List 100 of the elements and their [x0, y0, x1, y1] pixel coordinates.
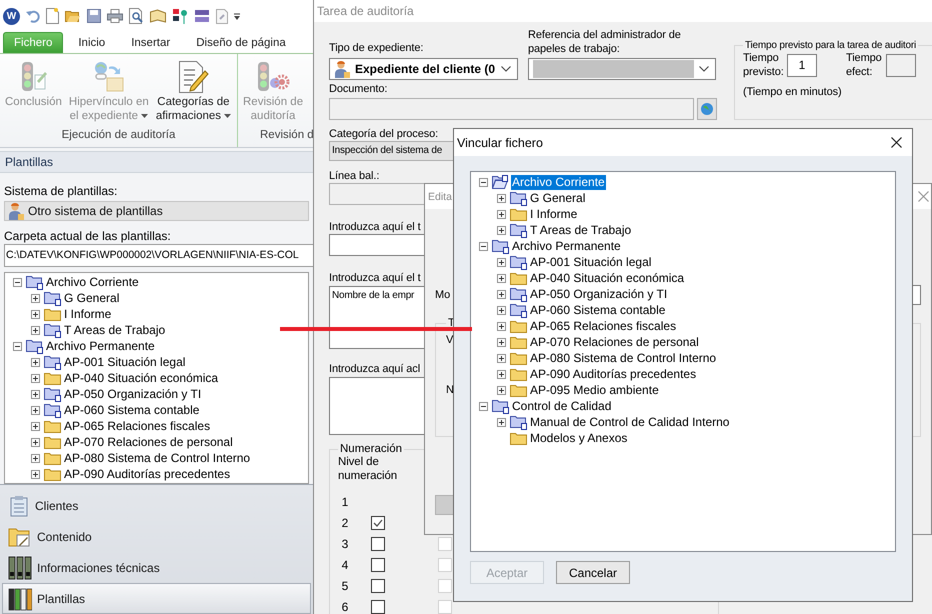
nav-item[interactable]: Plantillas	[2, 583, 311, 614]
tree-item[interactable]: I Informe	[63, 306, 112, 322]
tree-toggle[interactable]	[31, 390, 40, 398]
tree-toggle[interactable]	[31, 358, 40, 366]
tree-item[interactable]: Archivo Permanente	[511, 238, 622, 254]
checkbox[interactable]	[371, 558, 385, 572]
ribbon-tab[interactable]: Diseño de página	[189, 32, 293, 53]
nav-item[interactable]: Clientes	[2, 490, 311, 521]
tree-toggle[interactable]	[31, 470, 40, 478]
linked-folder-icon	[26, 338, 43, 354]
checkbox[interactable]	[371, 600, 385, 614]
actual-time-field[interactable]	[886, 54, 916, 76]
tree-item[interactable]: AP-050 Organización y TI	[529, 286, 668, 302]
tree-item[interactable]: AP-001 Situación legal	[529, 254, 652, 270]
customize-toolbar-icon[interactable]	[234, 11, 240, 21]
tree-item[interactable]: Control de Calidad	[511, 398, 612, 414]
tree-item[interactable]: Archivo Permanente	[45, 338, 156, 354]
tree-item[interactable]: AP-060 Sistema contable	[529, 302, 666, 318]
tree-item[interactable]: G General	[529, 190, 586, 206]
folder-icon	[510, 431, 527, 445]
tree-toggle[interactable]	[31, 422, 40, 430]
tree-toggle[interactable]	[497, 306, 506, 314]
tree-toggle[interactable]	[497, 258, 506, 266]
tree-toggle[interactable]	[31, 326, 40, 334]
tree-item[interactable]: AP-065 Relaciones fiscales	[63, 418, 212, 434]
tree-item[interactable]: AP-090 Auditorías precedentes	[63, 466, 232, 482]
globe-button[interactable]	[697, 98, 717, 120]
tree-toggle[interactable]	[31, 294, 40, 302]
open-folder-icon[interactable]	[65, 9, 81, 23]
binders-icon	[8, 556, 32, 580]
tree-toggle[interactable]	[31, 438, 40, 446]
book-icon[interactable]	[150, 9, 166, 23]
tree-toggle[interactable]	[497, 418, 506, 426]
tree-toggle[interactable]	[479, 178, 488, 186]
tree-item[interactable]: Archivo Corriente	[511, 174, 606, 190]
nav-item[interactable]: Informaciones técnicas	[2, 552, 311, 583]
group-title: Numeración	[339, 443, 403, 455]
tree-item[interactable]: AP-050 Organización y TI	[63, 386, 202, 402]
print-preview-icon[interactable]	[129, 8, 144, 24]
linked-folder-icon	[44, 402, 61, 418]
nav-item[interactable]: Contenido	[2, 521, 311, 552]
tree-toggle[interactable]	[31, 454, 40, 462]
tree-toggle[interactable]	[13, 342, 22, 350]
app-logo[interactable]: W	[3, 8, 20, 24]
save-icon[interactable]	[87, 9, 101, 23]
close-icon[interactable]	[891, 137, 902, 148]
tree-item[interactable]: I Informe	[529, 206, 578, 222]
tree-toggle[interactable]	[497, 290, 506, 298]
field-label: Carpeta actual de las plantillas:	[4, 229, 172, 243]
folder-icon	[44, 371, 61, 385]
tree-toggle[interactable]	[497, 210, 506, 218]
reference-dropdown[interactable]	[528, 58, 716, 80]
new-document-icon[interactable]	[46, 8, 59, 24]
ribbon-tab[interactable]: Inicio	[71, 32, 112, 53]
tree-toggle[interactable]	[31, 374, 40, 382]
tree-item[interactable]: AP-040 Situación económica	[529, 270, 686, 286]
tree-item[interactable]: AP-070 Relaciones de personal	[63, 434, 234, 450]
document-field[interactable]	[329, 98, 694, 120]
tree-item[interactable]: AP-080 Sistema de Control Interno	[63, 450, 252, 466]
tree-item[interactable]: Archivo Corriente	[45, 274, 140, 290]
printer-icon[interactable]	[107, 9, 123, 23]
ribbon-tab[interactable]: Insertar	[124, 32, 178, 53]
tree-toggle[interactable]	[497, 354, 506, 362]
tree-item[interactable]: AP-090 Auditorías precedentes	[529, 366, 698, 382]
tree-toggle[interactable]	[13, 278, 22, 286]
tree-item[interactable]: G General	[63, 290, 120, 306]
tree-item[interactable]: AP-070 Relaciones de personal	[529, 334, 700, 350]
tree-item[interactable]: Manual de Control de Calidad Interno	[529, 414, 730, 430]
tree-toggle[interactable]	[479, 242, 488, 250]
tree-toggle[interactable]	[479, 402, 488, 410]
checkbox[interactable]	[371, 536, 385, 550]
planned-time-field[interactable]: 1	[787, 54, 817, 76]
undo-icon[interactable]	[26, 9, 40, 23]
tree-item[interactable]: AP-001 Situación legal	[63, 354, 186, 370]
template-system-button[interactable]: Otro sistema de plantillas	[4, 201, 309, 221]
folder-path-field[interactable]: C:\DATEV\KONFIG\WP000002\VORLAGEN\NIIF\NIA-ES-COL	[4, 244, 313, 267]
tree-item[interactable]: AP-060 Sistema contable	[63, 402, 200, 418]
tree-item[interactable]: AP-095 Medio ambiente	[529, 382, 660, 398]
tree-item[interactable]: AP-080 Sistema de Control Interno	[529, 350, 718, 366]
tree-toggle[interactable]	[497, 370, 506, 378]
field-label: Mo	[435, 288, 450, 302]
checkbox[interactable]	[371, 578, 385, 592]
linked-folder-icon	[510, 190, 527, 206]
tree-item[interactable]: AP-040 Situación económica	[63, 370, 220, 386]
tree-toggle[interactable]	[497, 322, 506, 330]
tree-toggle[interactable]	[31, 310, 40, 318]
tree-toggle[interactable]	[497, 386, 506, 394]
checkbox[interactable]	[371, 516, 385, 530]
tree-toggle[interactable]	[497, 226, 506, 234]
tree-toggle[interactable]	[497, 338, 506, 346]
file-type-dropdown[interactable]: Expediente del cliente (0	[329, 58, 518, 80]
tree-item[interactable]: Modelos y Anexos	[529, 430, 628, 446]
tree-toggle[interactable]	[31, 406, 40, 414]
ribbon-button[interactable]: Categorías de afirmaciones	[152, 57, 234, 129]
tree-item[interactable]: T Areas de Trabajo	[63, 322, 166, 338]
dialog-button[interactable]: Cancelar	[556, 561, 630, 584]
tree-toggle[interactable]	[497, 274, 506, 282]
tree-toggle[interactable]	[497, 194, 506, 202]
tree-item[interactable]: T Areas de Trabajo	[529, 222, 632, 238]
tree-item[interactable]: AP-065 Relaciones fiscales	[529, 318, 678, 334]
